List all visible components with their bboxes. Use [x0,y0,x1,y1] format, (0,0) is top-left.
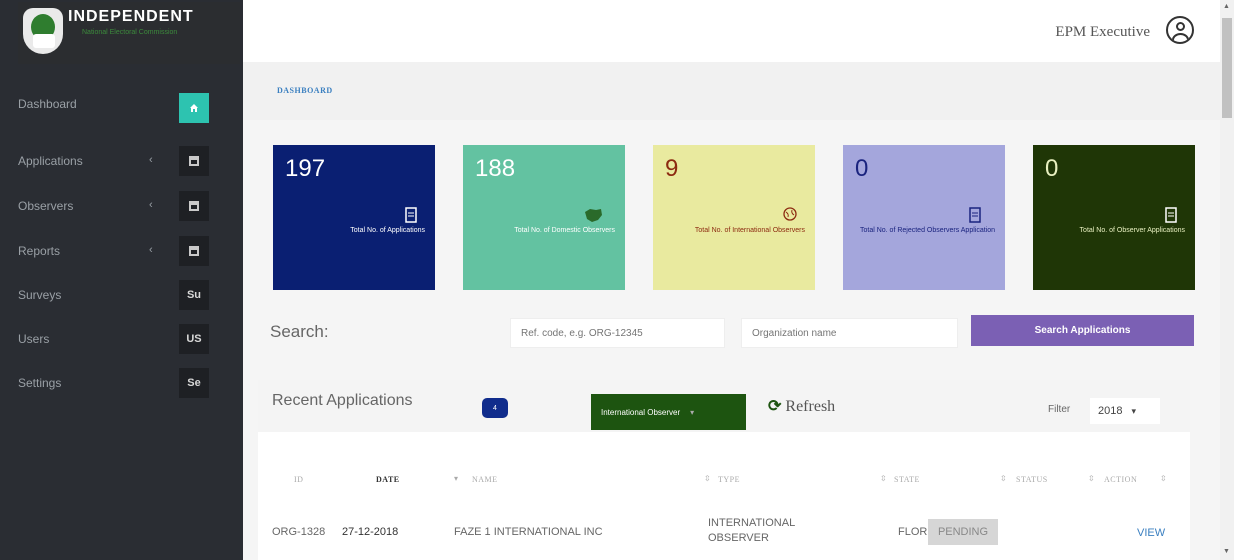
top-bar: EPM Executive [243,0,1220,62]
chevron-left-icon: ‹ [149,199,153,211]
recent-applications-title: Recent Applications [272,392,413,409]
cell-name: FAZE 1 INTERNATIONAL INC [454,526,603,538]
recent-applications-panel: Recent Applications 4 International Obse… [258,380,1190,560]
refresh-label: Refresh [785,398,836,415]
observer-type-value: International Observer [601,407,681,417]
stat-card-rejected-observers[interactable]: 0 Total No. of Rejected Observers Applic… [843,145,1005,290]
scrollbar-thumb[interactable] [1222,18,1232,118]
document-icon [1165,207,1177,223]
brand-subtitle: National Electoral Commission [82,29,178,36]
count-pill[interactable]: 4 [482,398,508,418]
view-link[interactable]: VIEW [1137,527,1165,539]
page-scrollbar[interactable]: ▲ ▼ [1220,0,1234,560]
stat-card-domestic-observers[interactable]: 188 Total No. of Domestic Observers [463,145,625,290]
sidebar-item-users[interactable]: Users US [0,320,243,360]
stat-label: Total No. of Applications [350,227,425,234]
stat-label: Total No. of Rejected Observers Applicat… [859,227,995,234]
brand-header: INDEPENDENT National Electoral Commissio… [18,2,240,64]
sort-desc-icon[interactable]: ▾ [454,474,458,483]
column-header-type[interactable]: TYPE [718,475,740,484]
user-avatar-icon[interactable] [1166,16,1194,44]
column-header-date[interactable]: DATE [376,475,400,484]
chevron-down-icon: ▾ [690,407,695,417]
sidebar-item-dashboard[interactable]: Dashboard [0,85,243,125]
sidebar-item-label: Observers [18,199,74,213]
column-header-action[interactable]: ACTION [1104,475,1137,484]
column-header-id[interactable]: ID [294,475,303,484]
sort-icon[interactable]: ⇳ [1088,474,1095,483]
stat-label: Total No. of Observer Applications [1079,227,1185,234]
sidebar-item-label: Surveys [18,288,62,302]
search-applications-button[interactable]: Search Applications [971,315,1194,346]
stat-value: 9 [665,155,679,182]
sidebar-item-surveys[interactable]: Surveys Su [0,276,243,316]
sidebar-badge: Su [179,280,209,310]
cell-type-line2: OBSERVER [708,532,769,544]
observer-type-select[interactable]: International Observer ▾ [591,394,746,430]
caret-down-icon: ▾ [1131,406,1137,416]
globe-icon [783,207,797,221]
scroll-up-icon[interactable]: ▲ [1223,3,1230,10]
search-label: Search: [270,322,329,341]
table-icon [179,236,209,266]
inec-logo-icon [23,8,63,54]
column-header-name[interactable]: NAME [472,475,498,484]
sidebar-item-label: Applications [18,154,83,168]
chevron-left-icon: ‹ [149,154,153,166]
sidebar-item-reports[interactable]: Reports ‹ [0,232,243,272]
document-icon [405,207,417,223]
cell-date: 27-12-2018 [342,526,399,538]
breadcrumb-bar: DASHBOARD [243,62,1220,120]
sort-icon[interactable]: ⇳ [1000,474,1007,483]
cell-type: INTERNATIONAL OBSERVER [708,517,795,544]
table-icon [179,146,209,176]
sidebar-item-label: Dashboard [18,97,77,111]
stat-label: Total No. of Domestic Observers [514,227,615,234]
sidebar-item-settings[interactable]: Settings Se [0,364,243,404]
year-select[interactable]: 2018 ▾ [1090,398,1160,424]
table-icon [179,191,209,221]
stat-card-international-observers[interactable]: 9 Total No. of International Observers [653,145,815,290]
cell-id: ORG-1328 [272,526,326,538]
year-value: 2018 [1098,405,1123,417]
stat-value: 197 [285,155,326,182]
stat-label: Total No. of International Observers [694,227,805,234]
stat-value: 188 [475,155,516,182]
stat-value: 0 [1045,155,1059,182]
sidebar-item-label: Settings [18,376,62,390]
sort-icon[interactable]: ⇳ [704,474,711,483]
brand-title: INDEPENDENT [68,8,194,25]
sidebar-badge: US [179,324,209,354]
column-header-state[interactable]: STATE [894,475,920,484]
chevron-left-icon: ‹ [149,244,153,256]
refresh-icon: ⟳ [768,398,782,415]
refresh-button[interactable]: ⟳ Refresh [768,396,835,416]
table-row: ORG-1328 27-12-2018 FAZE 1 INTERNATIONAL… [272,502,1190,560]
sidebar-item-applications[interactable]: Applications ‹ [0,142,243,182]
stat-card-total-applications[interactable]: 197 Total No. of Applications [273,145,435,290]
scroll-down-icon[interactable]: ▼ [1223,548,1230,555]
nigeria-map-icon [585,209,602,222]
user-name[interactable]: EPM Executive [1055,24,1150,41]
sidebar-item-label: Reports [18,244,61,258]
panel-header: Recent Applications 4 International Obse… [258,380,1190,432]
stat-value: 0 [855,155,869,182]
sidebar-item-label: Users [18,332,50,346]
breadcrumb[interactable]: DASHBOARD [277,86,333,95]
document-icon [969,207,981,223]
sidebar-item-observers[interactable]: Observers ‹ [0,187,243,227]
column-header-status[interactable]: STATUS [1016,475,1048,484]
sort-icon[interactable]: ⇳ [1160,474,1167,483]
home-icon [179,93,209,123]
organization-name-input[interactable] [741,318,958,348]
stat-card-observer-applications[interactable]: 0 Total No. of Observer Applications [1033,145,1195,290]
sidebar: INDEPENDENT National Electoral Commissio… [0,0,243,560]
sidebar-badge: Se [179,368,209,398]
filter-label: Filter [1048,404,1071,415]
ref-code-input[interactable] [510,318,725,348]
sort-icon[interactable]: ⇳ [880,474,887,483]
status-badge: PENDING [928,519,998,545]
cell-type-line1: INTERNATIONAL [708,517,796,529]
